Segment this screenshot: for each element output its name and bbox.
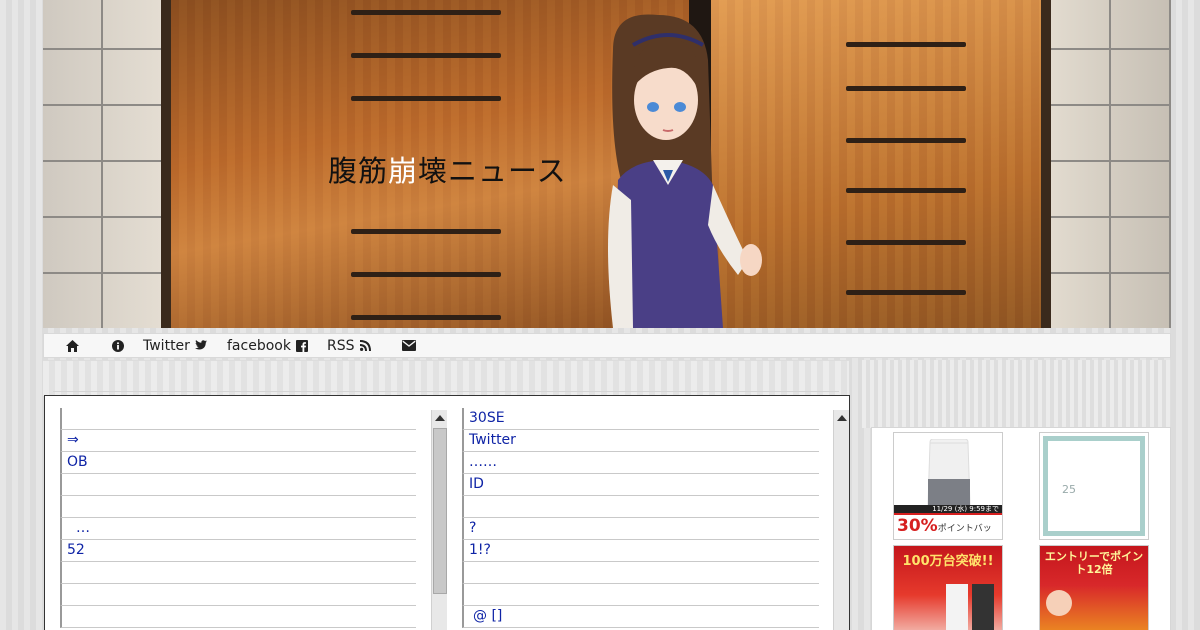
ad-smart-speaker[interactable]: 11/29 (水) 9:59まで 30%ポイントバック!: [893, 432, 1003, 540]
list-item[interactable]: ……: [462, 452, 819, 474]
ad-crab[interactable]: エントリーでポイント12倍: [1039, 545, 1149, 630]
list-item[interactable]: 1!?: [462, 540, 819, 562]
ad3-banner: 100万台突破!!: [902, 554, 994, 569]
site-title[interactable]: 腹筋崩壊ニュース: [328, 148, 567, 190]
header-banner[interactable]: 腹筋崩壊ニュース: [43, 0, 1171, 328]
speaker-image: [927, 439, 971, 510]
nav-twitter[interactable]: Twitter: [143, 334, 207, 357]
site-title-accent: 崩: [388, 154, 419, 188]
list-item[interactable]: [462, 584, 819, 606]
ad-album[interactable]: 25: [1039, 432, 1149, 540]
list-item[interactable]: …: [60, 518, 416, 540]
scroll-up-arrow-icon[interactable]: [432, 410, 448, 426]
nav-about[interactable]: [112, 334, 124, 357]
banner-wall-right: [1051, 0, 1171, 328]
ad1-caption: 30%ポイントバック!: [894, 513, 1002, 539]
antenna-link-widget: ⇒ OB … 52 30SE Twitter …… ID ? 1!? @ []: [44, 395, 850, 630]
sidebar-ad-box: 11/29 (水) 9:59まで 30%ポイントバック! 25 100万台突破!…: [871, 427, 1171, 630]
list-item[interactable]: OB: [60, 452, 416, 474]
list-item[interactable]: 30SE: [462, 408, 819, 430]
info-icon: [112, 339, 124, 352]
nav-rss[interactable]: RSS: [327, 334, 371, 357]
list-item[interactable]: ?: [462, 518, 819, 540]
list-item[interactable]: [60, 606, 416, 628]
envelope-icon: [402, 340, 416, 351]
purifier-black: [972, 584, 994, 630]
site-title-part1: 腹筋: [328, 154, 389, 188]
nav-twitter-label: Twitter: [143, 337, 190, 354]
list-item[interactable]: [60, 584, 416, 606]
purifier-white: [946, 584, 968, 630]
list-item[interactable]: [462, 496, 819, 518]
antenna-column-right: 30SE Twitter …… ID ? 1!? @ []: [462, 408, 819, 628]
list-item[interactable]: [60, 474, 416, 496]
ad-air-purifier[interactable]: 100万台突破!!: [893, 545, 1003, 630]
ad4-banner: エントリーでポイント12倍: [1044, 550, 1144, 576]
left-column-scrollbar[interactable]: [431, 410, 447, 630]
main-content-header: [43, 360, 849, 396]
nav-home[interactable]: [66, 334, 79, 357]
list-item[interactable]: ID: [462, 474, 819, 496]
list-item[interactable]: [462, 562, 819, 584]
list-item[interactable]: @ []: [462, 606, 819, 628]
list-item[interactable]: [60, 562, 416, 584]
nav-rss-label: RSS: [327, 337, 355, 354]
album-number: 25: [1062, 483, 1076, 496]
right-column-scrollbar[interactable]: [833, 410, 849, 630]
scroll-up-arrow-icon[interactable]: [834, 410, 850, 426]
twitter-icon: [194, 340, 207, 351]
facebook-icon: [295, 339, 308, 352]
banner-wall-left: [43, 0, 161, 328]
girl-illustration: [608, 14, 762, 328]
list-item[interactable]: ⇒: [60, 430, 416, 452]
list-item[interactable]: [60, 408, 416, 430]
sidebar-header-strip: [862, 360, 1171, 428]
ad1-percent: 30%: [897, 516, 938, 536]
rss-icon: [359, 340, 371, 351]
nav-facebook-label: facebook: [227, 337, 291, 354]
album-cover: 25: [1043, 436, 1145, 536]
home-icon: [66, 339, 79, 352]
global-nav: Twitter facebook RSS: [43, 333, 1171, 358]
nav-contact[interactable]: [402, 334, 416, 357]
list-item[interactable]: Twitter: [462, 430, 819, 452]
nav-facebook[interactable]: facebook: [227, 334, 308, 357]
list-item[interactable]: 52: [60, 540, 416, 562]
ad-top-strip: 11/29 (水) 9:59まで: [894, 505, 1002, 513]
antenna-column-left: ⇒ OB … 52: [60, 408, 416, 628]
child-face: [1046, 590, 1072, 616]
site-title-part2: 壊ニュース: [418, 154, 567, 188]
list-item[interactable]: [60, 496, 416, 518]
scroll-thumb[interactable]: [433, 428, 447, 594]
banner-door-frame: [161, 0, 171, 328]
banner-door-frame-right: [1041, 0, 1051, 328]
